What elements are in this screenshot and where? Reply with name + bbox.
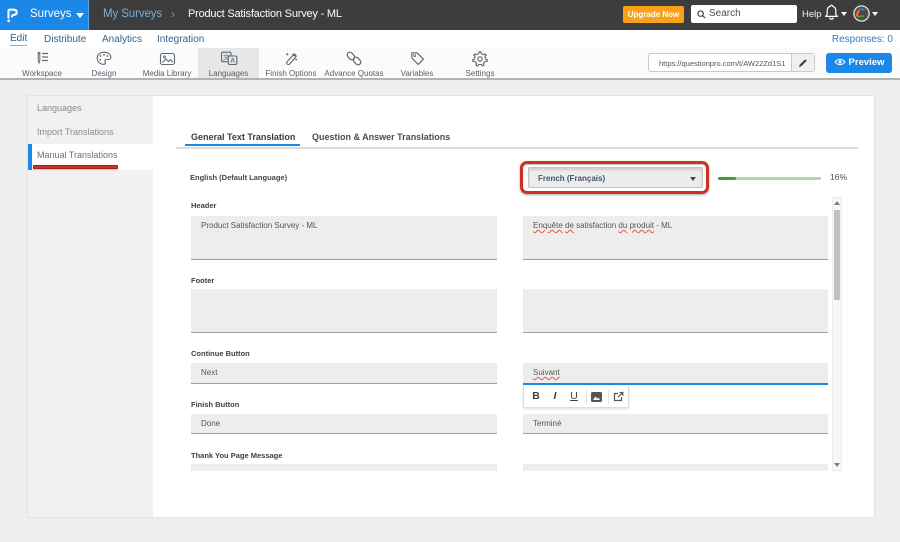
svg-text:A: A <box>230 58 235 65</box>
